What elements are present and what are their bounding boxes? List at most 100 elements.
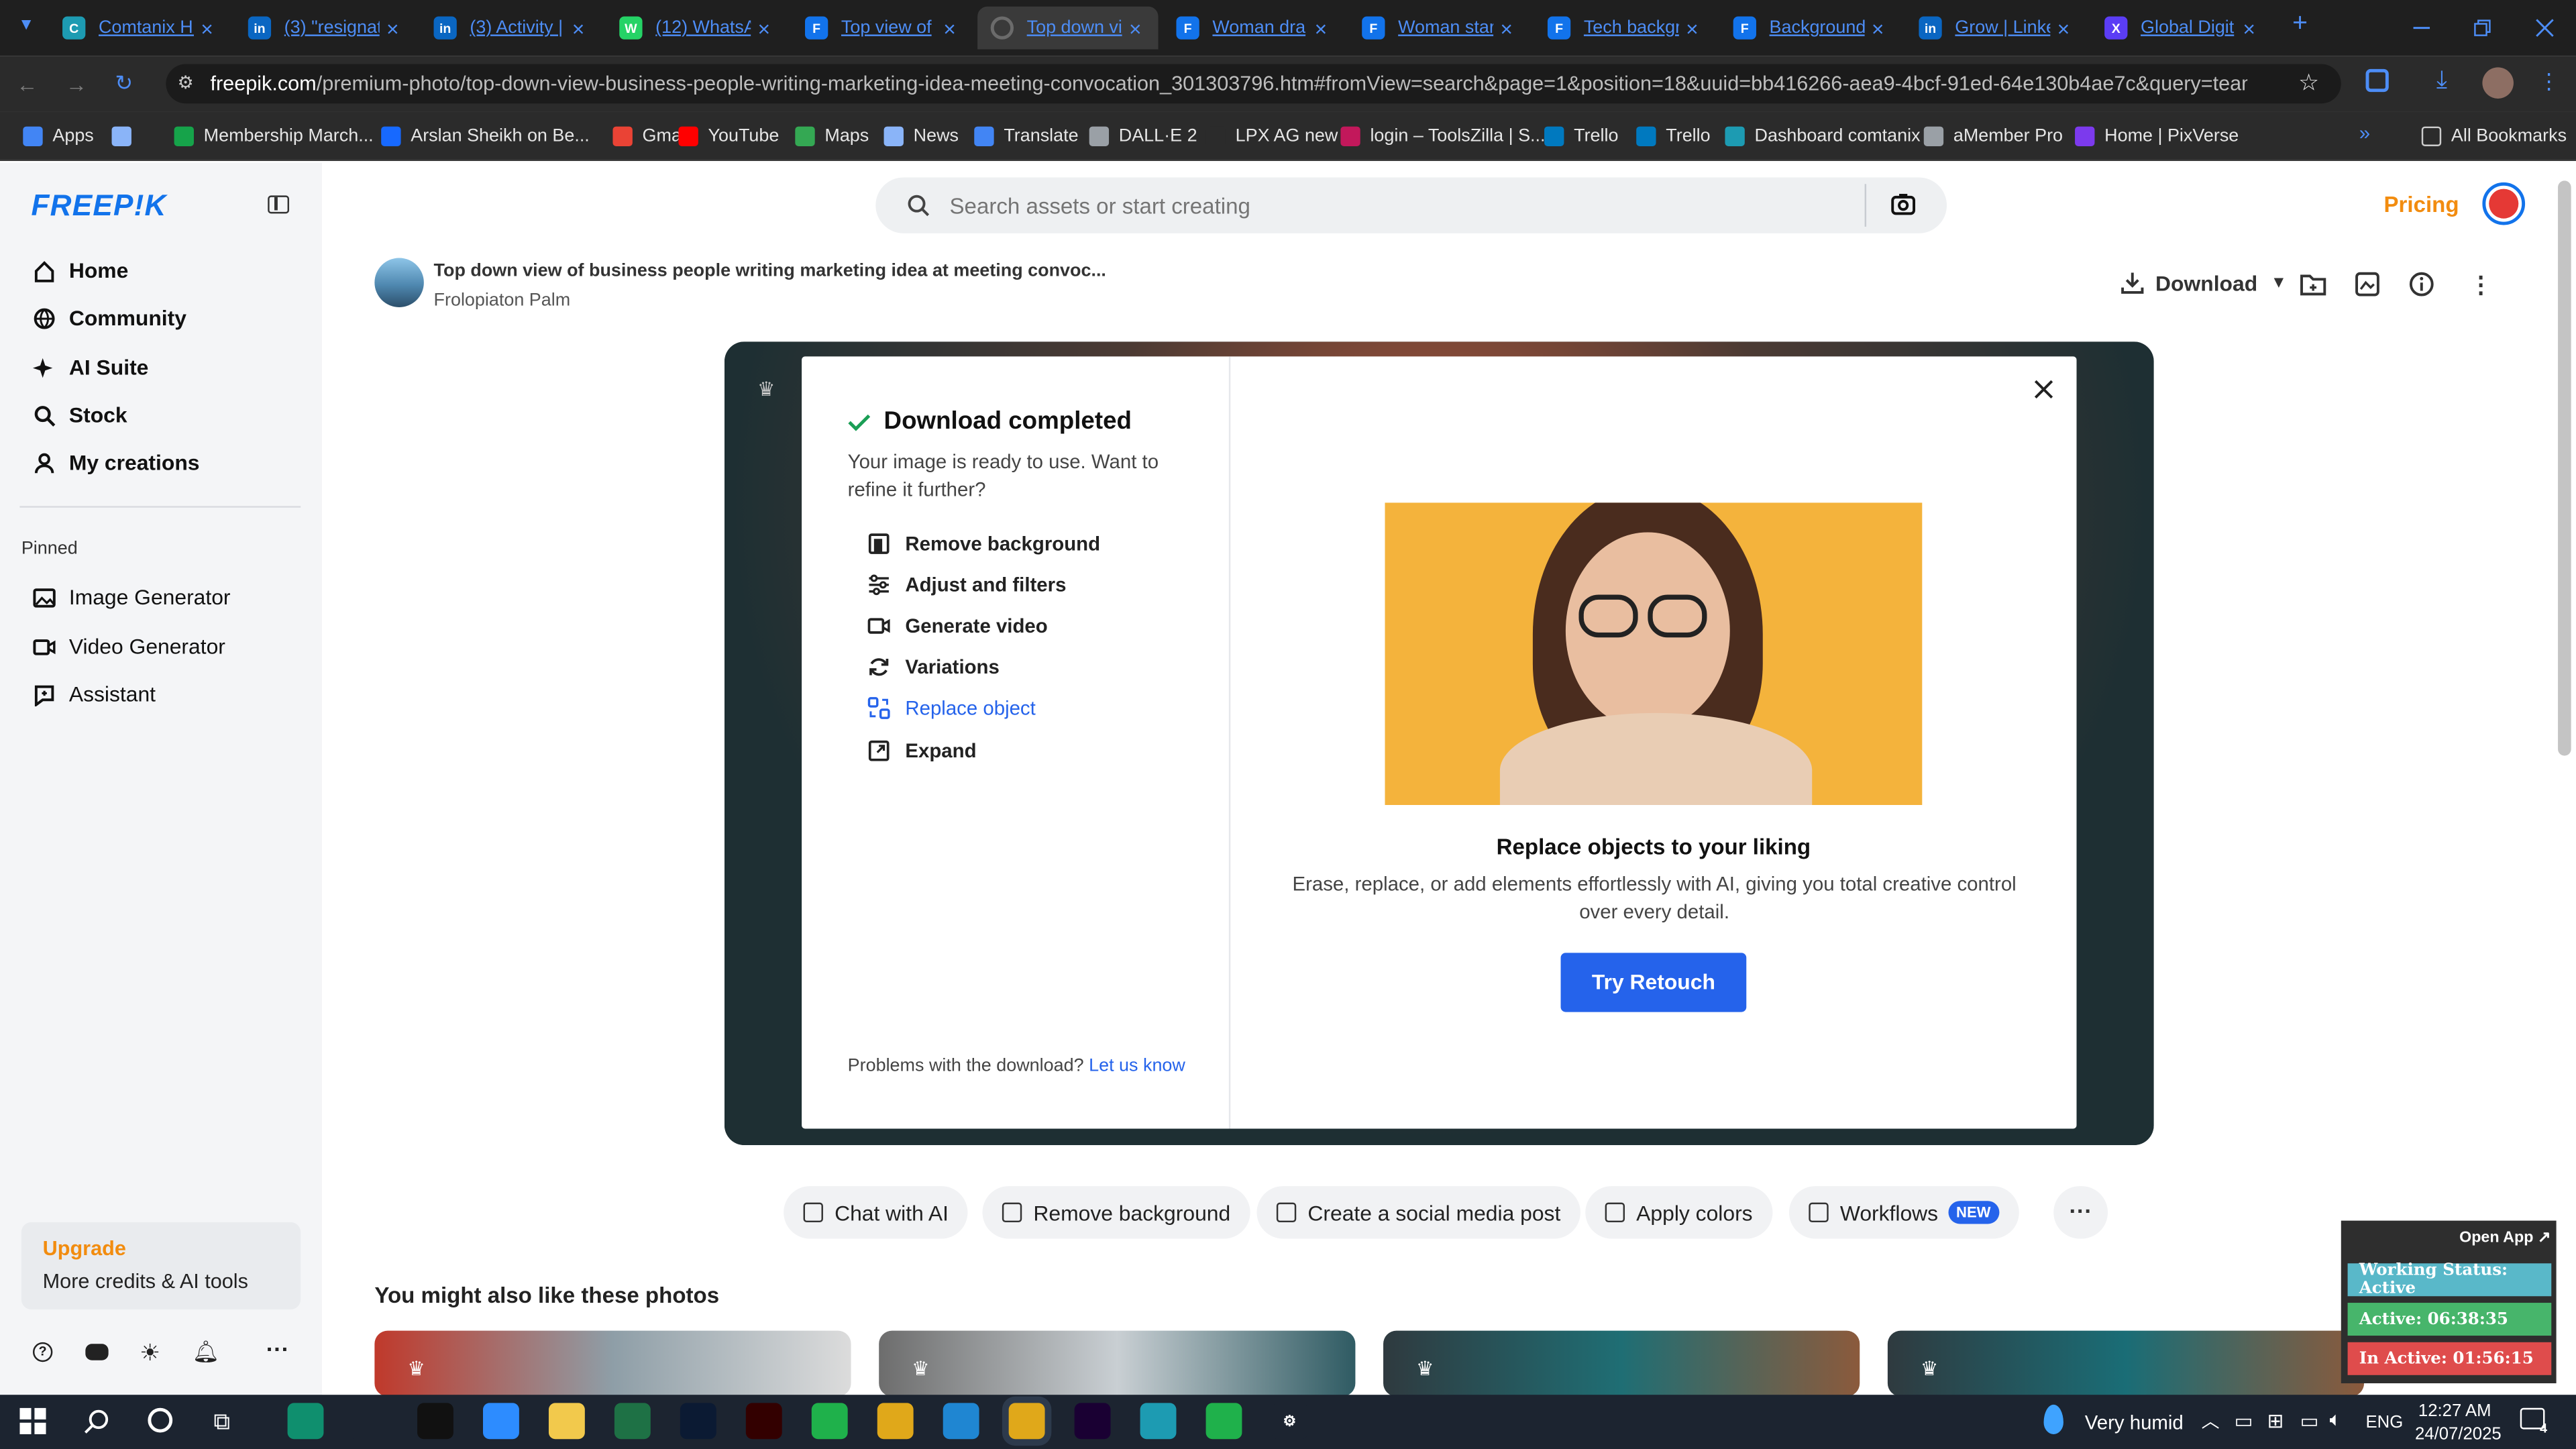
network-icon[interactable]: ▭ [2300,1409,2319,1432]
cortana-icon[interactable] [148,1407,173,1433]
option-adjust-and-filters[interactable]: Adjust and filters [867,574,1066,596]
browser-tab[interactable]: F Tech backgr × [1534,7,1715,50]
chrome-icon[interactable] [877,1403,914,1440]
pricing-link[interactable]: Pricing [2383,193,2459,217]
extensions-icon[interactable] [2365,68,2389,93]
close-tab-icon[interactable]: × [194,15,220,40]
related-photo[interactable]: ♛ [1887,1330,2365,1397]
profile-avatar[interactable] [2482,67,2514,99]
sidebar-item-ai-suite[interactable]: AI Suite [32,355,148,380]
restore-button[interactable] [2451,0,2514,56]
more-actions-icon[interactable]: ⋮ [2469,271,2492,299]
browser-tab[interactable]: F Woman dra × [1163,7,1344,50]
sidebar-item-stock[interactable]: Stock [33,402,127,427]
action-workflows[interactable]: Workflows NEW [1788,1186,2019,1239]
browser-tab[interactable]: F Woman star × [1349,7,1529,50]
close-tab-icon[interactable]: × [1865,15,1891,40]
pinned-item-assistant[interactable]: Assistant [33,682,156,706]
option-remove-background[interactable]: Remove background [867,532,1100,555]
bookmark-star-icon[interactable]: ☆ [2298,69,2319,97]
bookmark-item[interactable]: DALL·E 2 [1089,123,1197,150]
browser-tab[interactable]: C Comtanix HR× [49,7,229,50]
downloads-icon[interactable]: ⤓ [2436,66,2447,94]
pinned-item-video-generator[interactable]: Video Generator [33,634,225,659]
collection-folder-icon[interactable] [2300,273,2326,296]
more-options-icon[interactable]: ··· [266,1336,289,1362]
bookmark-item[interactable]: Trello [1544,123,1619,150]
excel-icon[interactable] [614,1403,651,1440]
bookmark-item[interactable]: Membership March... [174,123,374,150]
close-tab-icon[interactable]: × [565,15,591,40]
sidebar-item-my-creations[interactable]: My creations [33,450,200,475]
minimize-button[interactable] [2390,0,2453,56]
action-remove-background[interactable]: Remove background [982,1186,1250,1239]
photoshop-icon[interactable] [680,1403,716,1440]
browser-tab[interactable]: X Global Digit × [2092,7,2272,50]
pen-icon[interactable] [350,1403,386,1440]
pinned-item-image-generator[interactable]: Image Generator [33,585,231,610]
close-tab-icon[interactable]: × [1679,15,1705,40]
camera-search-icon[interactable] [1891,193,1916,215]
browser-tab[interactable]: F Background × [1720,7,1900,50]
volume-icon[interactable]: 🔈︎ [2330,1408,2342,1433]
let-us-know-link[interactable]: Let us know [1089,1057,1185,1076]
action-chat-with-ai[interactable]: Chat with AI [784,1186,969,1239]
close-tab-icon[interactable]: × [380,15,406,40]
tray-app-icon[interactable]: ▭ [2235,1409,2253,1432]
author-avatar[interactable] [374,258,424,307]
action-apply-colors[interactable]: Apply colors [1585,1186,1772,1239]
sheets-icon[interactable] [1205,1403,1242,1440]
bookmark-item[interactable]: login – ToolsZilla | S... [1340,123,1546,150]
browser-tab[interactable]: in Grow | Linke × [1906,7,2086,50]
action-create-a-social-media-post[interactable]: Create a social media post [1256,1186,1580,1239]
sheets-icon[interactable] [811,1403,848,1440]
option-generate-video[interactable]: Generate video [867,614,1048,637]
bookmark-item[interactable]: Home | PixVerse [2075,123,2239,150]
close-tab-icon[interactable]: × [2236,15,2262,40]
chrome-active-icon[interactable] [1008,1403,1045,1440]
bookmark-item[interactable]: LPX AG new [1205,123,1338,150]
bookmarks-overflow-icon[interactable]: » [2359,121,2370,144]
illustrator-icon[interactable] [745,1403,782,1440]
bookmark-item[interactable]: Maps [795,123,869,150]
back-button[interactable]: ← [16,72,38,97]
option-expand[interactable]: Expand [867,739,977,762]
browser-menu-icon[interactable]: ⋮ [2538,69,2560,95]
bookmark-item[interactable] [111,123,142,150]
browser-tab[interactable]: in (3) Activity | × [421,7,601,50]
windows-start-icon[interactable] [19,1407,46,1434]
bookmark-item[interactable]: Arslan Sheikh on Be... [381,123,590,150]
related-photo[interactable]: ♛ [374,1330,851,1397]
clock-date[interactable]: 24/07/2025 [2415,1424,2502,1444]
page-scrollbar[interactable] [2558,180,2571,756]
close-tab-icon[interactable]: × [2050,15,2076,40]
premiere-icon[interactable] [1074,1403,1111,1440]
tray-app-icon[interactable]: ⊞ [2267,1409,2284,1432]
more-tools-button[interactable]: ··· [2053,1186,2108,1239]
collapse-sidebar-icon[interactable] [268,195,290,214]
theme-icon[interactable]: ☀ [140,1339,160,1367]
settings-icon[interactable]: ⚙ [1271,1403,1308,1440]
sidebar-item-home[interactable]: Home [33,258,128,282]
option-variations[interactable]: Variations [867,655,1000,678]
tray-chevron-icon[interactable]: ︿ [2202,1408,2220,1434]
language-indicator[interactable]: ENG [2366,1413,2404,1432]
related-photo[interactable]: ♛ [1383,1330,1860,1397]
info-icon[interactable] [2408,271,2434,297]
bookmark-item[interactable]: Dashboard comtanix [1725,123,1921,150]
close-window-button[interactable] [2514,0,2576,56]
browser-tab[interactable]: F Top view of × [792,7,972,50]
notification-bell-icon[interactable]: 🔔︎ [193,1339,219,1365]
comtanix-icon[interactable] [1140,1403,1177,1440]
bookmark-item[interactable]: Translate [974,123,1079,150]
edge-icon[interactable] [287,1403,324,1440]
clock-time[interactable]: 12:27 AM [2418,1401,2491,1421]
bookmark-item[interactable]: aMember Pro [1923,123,2063,150]
browser-tab[interactable]: Top down vi × [977,6,1159,50]
terminal-icon[interactable] [417,1403,453,1440]
search-icon[interactable] [84,1408,110,1434]
close-tab-icon[interactable]: × [1307,15,1334,40]
bookmark-item[interactable]: YouTube [678,123,779,150]
reload-button[interactable]: ↻ [115,70,133,97]
discord-icon[interactable] [85,1344,109,1360]
